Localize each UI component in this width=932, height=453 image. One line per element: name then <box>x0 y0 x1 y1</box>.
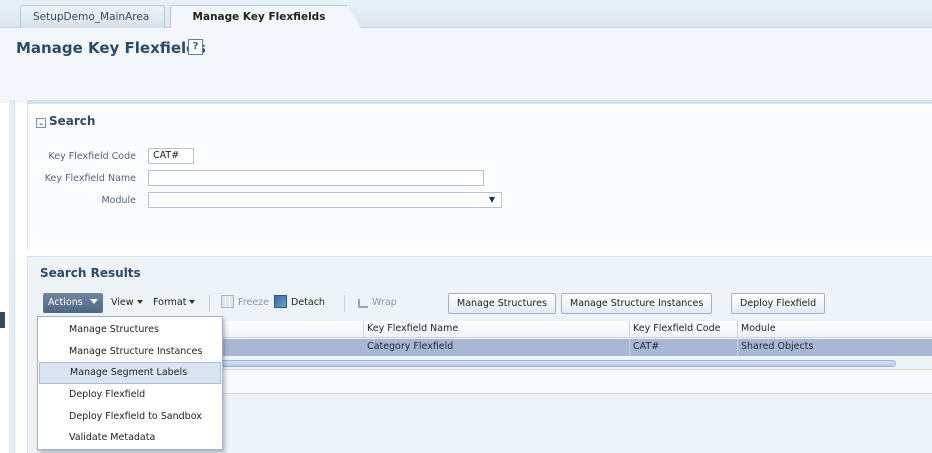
actions-menu-button[interactable]: Actions <box>43 293 103 313</box>
tab-setupdemo-mainarea[interactable]: SetupDemo_MainArea <box>20 5 165 28</box>
splitter-handle[interactable] <box>0 312 5 328</box>
toolbar-divider <box>344 295 345 312</box>
menu-item-manage-structures[interactable]: Manage Structures <box>39 319 221 341</box>
chevron-down-icon <box>90 299 98 304</box>
format-menu[interactable]: Format <box>153 294 196 312</box>
help-icon[interactable]: ? <box>188 39 203 55</box>
page-title: Manage Key Flexfields <box>16 39 206 57</box>
search-panel: ⌄ Search Key Flexfield Code CAT# Key Flex… <box>27 100 932 250</box>
key-flexfield-code-label: Key Flexfield Code <box>48 151 137 162</box>
module-select[interactable]: ▼ <box>148 192 502 208</box>
column-header-module[interactable]: Module <box>738 321 932 338</box>
format-label: Format <box>153 297 187 308</box>
view-menu[interactable]: View <box>111 294 143 312</box>
search-header[interactable]: ⌄ Search <box>36 114 95 128</box>
disclose-icon[interactable]: ⌄ <box>36 118 46 128</box>
column-header-name[interactable]: Key Flexfield Name <box>364 321 630 338</box>
detach-icon <box>274 295 287 308</box>
actions-dropdown-menu: Manage Structures Manage Structure Insta… <box>37 316 223 450</box>
freeze-button[interactable]: Freeze <box>221 294 269 312</box>
menu-item-manage-structure-instances[interactable]: Manage Structure Instances <box>39 341 221 363</box>
column-header-code[interactable]: Key Flexfield Code <box>630 321 738 338</box>
key-flexfield-name-input[interactable] <box>148 170 484 186</box>
key-flexfield-name-label: Key Flexfield Name <box>44 173 136 184</box>
manage-structures-button[interactable]: Manage Structures <box>448 293 556 314</box>
tab-bar: SetupDemo_MainArea Manage Key Flexfields <box>0 0 932 28</box>
caret-down-icon <box>136 300 143 304</box>
menu-item-manage-segment-labels[interactable]: Manage Segment Labels <box>39 362 221 384</box>
search-results-header: Search Results <box>40 266 141 280</box>
actions-label: Actions <box>48 297 83 308</box>
cell-name: Category Flexfield <box>364 339 630 356</box>
deploy-flexfield-button[interactable]: Deploy Flexfield <box>731 293 826 314</box>
menu-item-deploy-flexfield[interactable]: Deploy Flexfield <box>39 384 221 406</box>
menu-item-validate-metadata[interactable]: Validate Metadata <box>39 427 221 449</box>
menu-item-deploy-flexfield-to-sandbox[interactable]: Deploy Flexfield to Sandbox <box>39 406 221 428</box>
freeze-icon <box>221 295 234 308</box>
select-arrow-icon[interactable]: ▼ <box>487 195 497 205</box>
detach-button[interactable]: Detach <box>274 294 325 312</box>
cell-module: Shared Objects <box>738 339 932 356</box>
wrap-icon <box>358 299 368 308</box>
tab-manage-key-flexfields[interactable]: Manage Key Flexfields <box>170 5 361 28</box>
wrap-button[interactable]: Wrap <box>358 294 397 312</box>
cell-code: CAT# <box>630 339 738 356</box>
caret-down-icon <box>189 300 196 304</box>
page-header: Manage Key Flexfields ? <box>0 28 932 103</box>
key-flexfield-code-input[interactable]: CAT# <box>148 148 194 164</box>
view-label: View <box>111 297 134 308</box>
toolbar-divider <box>209 295 210 312</box>
search-header-label: Search <box>49 114 96 128</box>
results-toolbar: Actions View Format Freeze Detach Wrap M… <box>43 292 932 316</box>
wrap-label: Wrap <box>372 297 397 308</box>
module-label: Module <box>101 195 136 206</box>
left-edge-splitter[interactable] <box>9 100 15 453</box>
manage-structure-instances-button[interactable]: Manage Structure Instances <box>561 293 713 314</box>
freeze-label: Freeze <box>238 297 269 308</box>
detach-label: Detach <box>291 297 325 308</box>
